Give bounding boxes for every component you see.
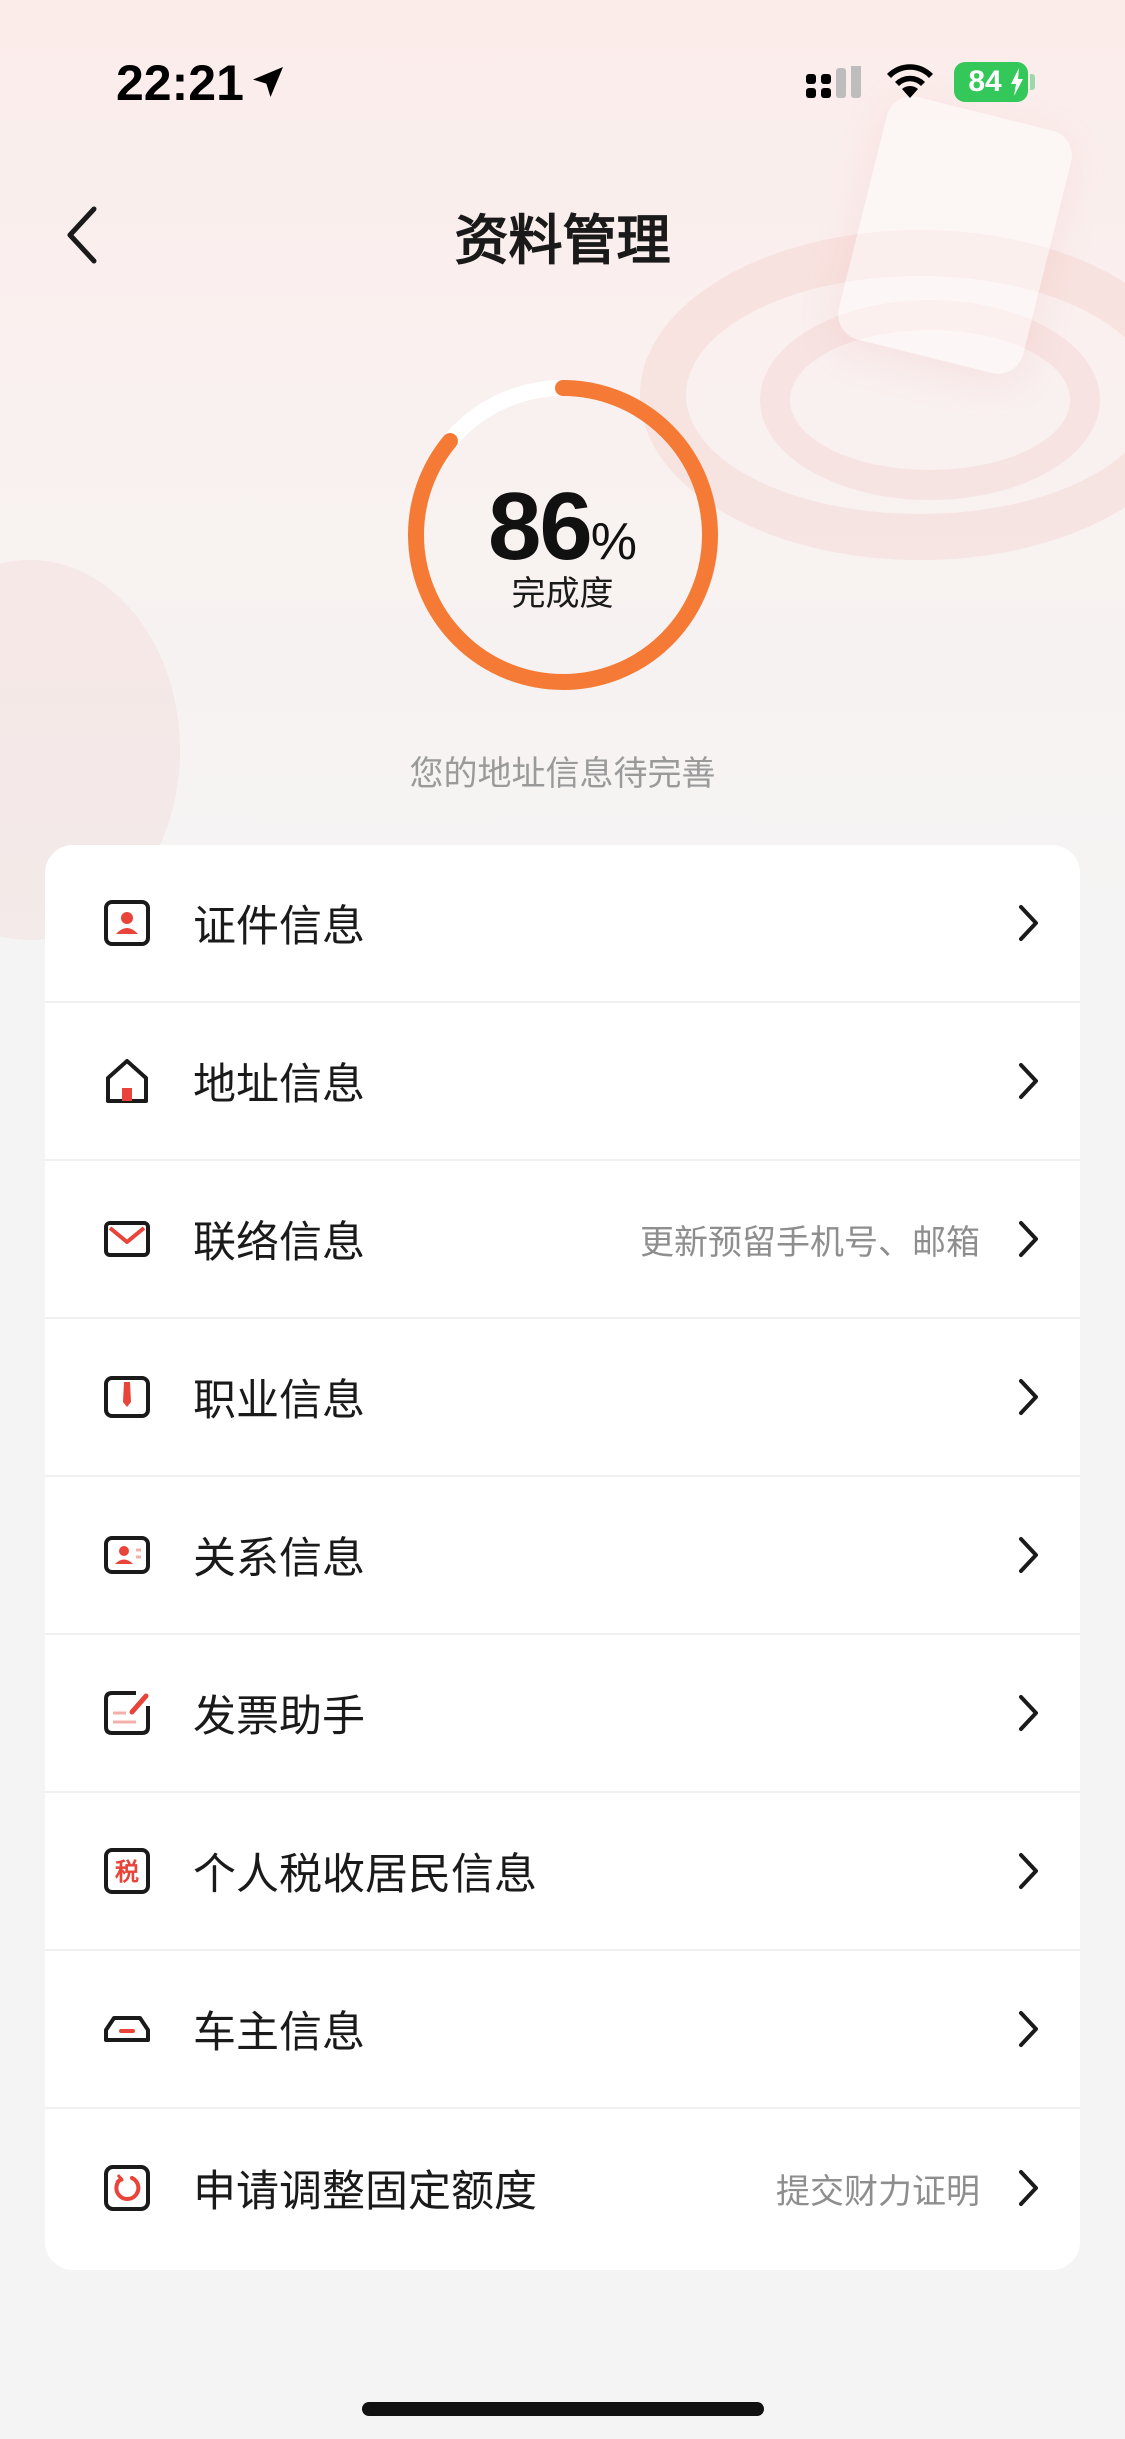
home-icon xyxy=(101,1055,153,1107)
menu-item-relationship-info[interactable]: 关系信息 xyxy=(45,1477,1080,1635)
chevron-right-icon xyxy=(1019,2011,1038,2047)
menu-item-tax-residency[interactable]: 税 个人税收居民信息 xyxy=(45,1793,1080,1951)
invoice-edit-icon xyxy=(101,1687,153,1739)
menu-item-label: 发票助手 xyxy=(193,1692,365,1742)
menu-item-address-info[interactable]: 地址信息 xyxy=(45,1003,1080,1161)
limit-adjust-icon xyxy=(101,2162,153,2214)
chevron-right-icon xyxy=(1019,1063,1038,1099)
menu-item-label: 个人税收居民信息 xyxy=(193,1850,537,1900)
wifi-icon xyxy=(887,64,933,98)
profile-menu-card: 证件信息 地址信息 联络信息 更新预留手机号、邮箱 职业信息 关系信息 发票助手… xyxy=(45,845,1080,2270)
id-card-icon xyxy=(101,897,153,949)
cellular-signal-icon xyxy=(806,66,861,98)
car-icon xyxy=(101,2003,153,2055)
battery-indicator: 84 xyxy=(954,62,1028,102)
address-pending-hint: 您的地址信息待完善 xyxy=(409,754,716,794)
menu-item-label: 职业信息 xyxy=(193,1376,365,1426)
menu-item-label: 地址信息 xyxy=(193,1060,365,1110)
menu-item-subtitle: 提交财力证明 xyxy=(776,2171,980,2212)
menu-item-vehicle-owner[interactable]: 车主信息 xyxy=(45,1951,1080,2109)
menu-item-id-info[interactable]: 证件信息 xyxy=(45,845,1080,1003)
status-time: 22:21 xyxy=(116,55,244,111)
menu-item-label: 车主信息 xyxy=(193,2008,365,2058)
chevron-right-icon xyxy=(1019,1537,1038,1573)
briefcase-tie-icon xyxy=(101,1371,153,1423)
chevron-right-icon xyxy=(1019,1379,1038,1415)
menu-item-subtitle: 更新预留手机号、邮箱 xyxy=(640,1222,980,1263)
chevron-right-icon xyxy=(1019,905,1038,941)
completion-label: 完成度 xyxy=(511,574,614,614)
location-arrow-icon xyxy=(253,67,283,97)
percent-sign: % xyxy=(590,513,638,571)
menu-item-label: 证件信息 xyxy=(193,902,365,952)
page-title: 资料管理 xyxy=(454,209,671,272)
chevron-right-icon xyxy=(1019,1853,1038,1889)
tax-icon: 税 xyxy=(101,1845,153,1897)
battery-tip xyxy=(1030,74,1035,90)
menu-item-label: 关系信息 xyxy=(193,1534,365,1584)
menu-item-adjust-credit-limit[interactable]: 申请调整固定额度 提交财力证明 xyxy=(45,2109,1080,2267)
menu-item-contact-info[interactable]: 联络信息 更新预留手机号、邮箱 xyxy=(45,1161,1080,1319)
battery-level: 84 xyxy=(968,65,1002,98)
completion-number: 86 xyxy=(487,473,593,580)
chevron-right-icon xyxy=(1019,1221,1038,1257)
menu-item-label: 申请调整固定额度 xyxy=(193,2167,537,2217)
status-bar: 22:21 84 xyxy=(0,0,1125,150)
menu-item-occupation-info[interactable]: 职业信息 xyxy=(45,1319,1080,1477)
menu-item-invoice-assistant[interactable]: 发票助手 xyxy=(45,1635,1080,1793)
battery-charging-icon xyxy=(1011,68,1023,96)
mail-icon xyxy=(101,1213,153,1265)
tax-glyph: 税 xyxy=(115,1858,139,1886)
home-indicator[interactable] xyxy=(362,2402,764,2416)
chevron-right-icon xyxy=(1019,1695,1038,1731)
chevron-right-icon xyxy=(1019,2170,1038,2206)
menu-item-label: 联络信息 xyxy=(193,1218,365,1268)
contact-card-icon xyxy=(101,1529,153,1581)
